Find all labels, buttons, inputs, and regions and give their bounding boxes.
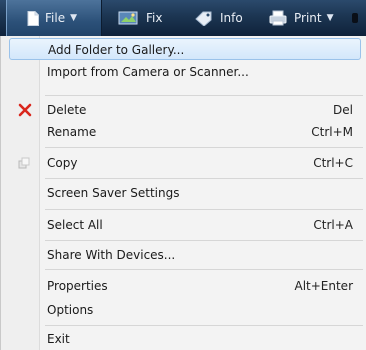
info-button[interactable]: Info	[186, 0, 243, 36]
printer-icon	[268, 10, 288, 26]
menu-separator	[45, 209, 363, 210]
menu-separator	[45, 269, 363, 270]
menu-item-rename[interactable]: Rename Ctrl+M	[9, 121, 361, 143]
menu-item-shortcut: Ctrl+C	[313, 156, 353, 170]
menu-item-exit[interactable]: Exit	[9, 328, 361, 350]
menu-item-label: Rename	[47, 125, 97, 139]
menu-item-options[interactable]: Options	[9, 299, 361, 321]
file-menu-button[interactable]: File ▼	[6, 0, 102, 36]
file-label: File	[45, 11, 66, 25]
toolbar: File ▼ Fix Info Print ▼	[0, 0, 366, 37]
menu-item-label: Properties	[47, 279, 108, 293]
menu-item-import[interactable]: Import from Camera or Scanner...	[9, 61, 361, 83]
fix-image-icon	[118, 10, 140, 26]
file-dropdown-menu: Add Folder to Gallery... Import from Cam…	[0, 36, 366, 350]
menu-item-label: Options	[47, 303, 94, 317]
menu-separator	[45, 95, 363, 96]
delete-x-icon	[17, 102, 33, 118]
info-tag-icon	[194, 10, 214, 26]
document-icon	[27, 10, 39, 26]
menu-item-label: Select All	[47, 218, 103, 232]
menu-item-label: Screen Saver Settings	[47, 186, 180, 200]
menu-separator	[45, 147, 363, 148]
toolbar-overflow-icon[interactable]	[350, 0, 366, 36]
fix-label: Fix	[146, 11, 163, 25]
print-button[interactable]: Print ▼	[262, 0, 334, 36]
menu-item-label: Delete	[47, 103, 87, 117]
menu-item-shortcut: Alt+Enter	[294, 279, 353, 293]
menu-item-label: Import from Camera or Scanner...	[47, 65, 249, 79]
menu-item-share-with-devices[interactable]: Share With Devices...	[9, 244, 361, 266]
menu-item-add-folder[interactable]: Add Folder to Gallery...	[9, 38, 361, 60]
menu-item-properties[interactable]: Properties Alt+Enter	[9, 275, 361, 297]
menu-item-label: Exit	[47, 332, 70, 346]
menu-item-screen-saver-settings[interactable]: Screen Saver Settings	[9, 182, 361, 204]
menu-item-shortcut: Ctrl+A	[313, 218, 353, 232]
menu-separator	[45, 178, 363, 179]
chevron-down-icon: ▼	[326, 13, 334, 23]
menu-item-select-all[interactable]: Select All Ctrl+A	[9, 214, 361, 236]
menu-item-shortcut: Ctrl+M	[311, 125, 353, 139]
menu-item-copy[interactable]: Copy Ctrl+C	[9, 152, 361, 174]
fix-button[interactable]: Fix	[106, 0, 162, 36]
chevron-down-icon: ▼	[70, 13, 78, 23]
menu-item-label: Share With Devices...	[47, 248, 176, 262]
print-label: Print	[294, 11, 322, 25]
menu-item-shortcut: Del	[333, 103, 353, 117]
menu-item-delete[interactable]: Delete Del	[9, 99, 361, 121]
menu-item-label: Add Folder to Gallery...	[48, 43, 185, 57]
info-label: Info	[220, 11, 243, 25]
copy-icon	[17, 155, 33, 171]
menu-separator	[45, 240, 363, 241]
menu-item-label: Copy	[47, 156, 78, 170]
menu-separator	[45, 325, 363, 326]
